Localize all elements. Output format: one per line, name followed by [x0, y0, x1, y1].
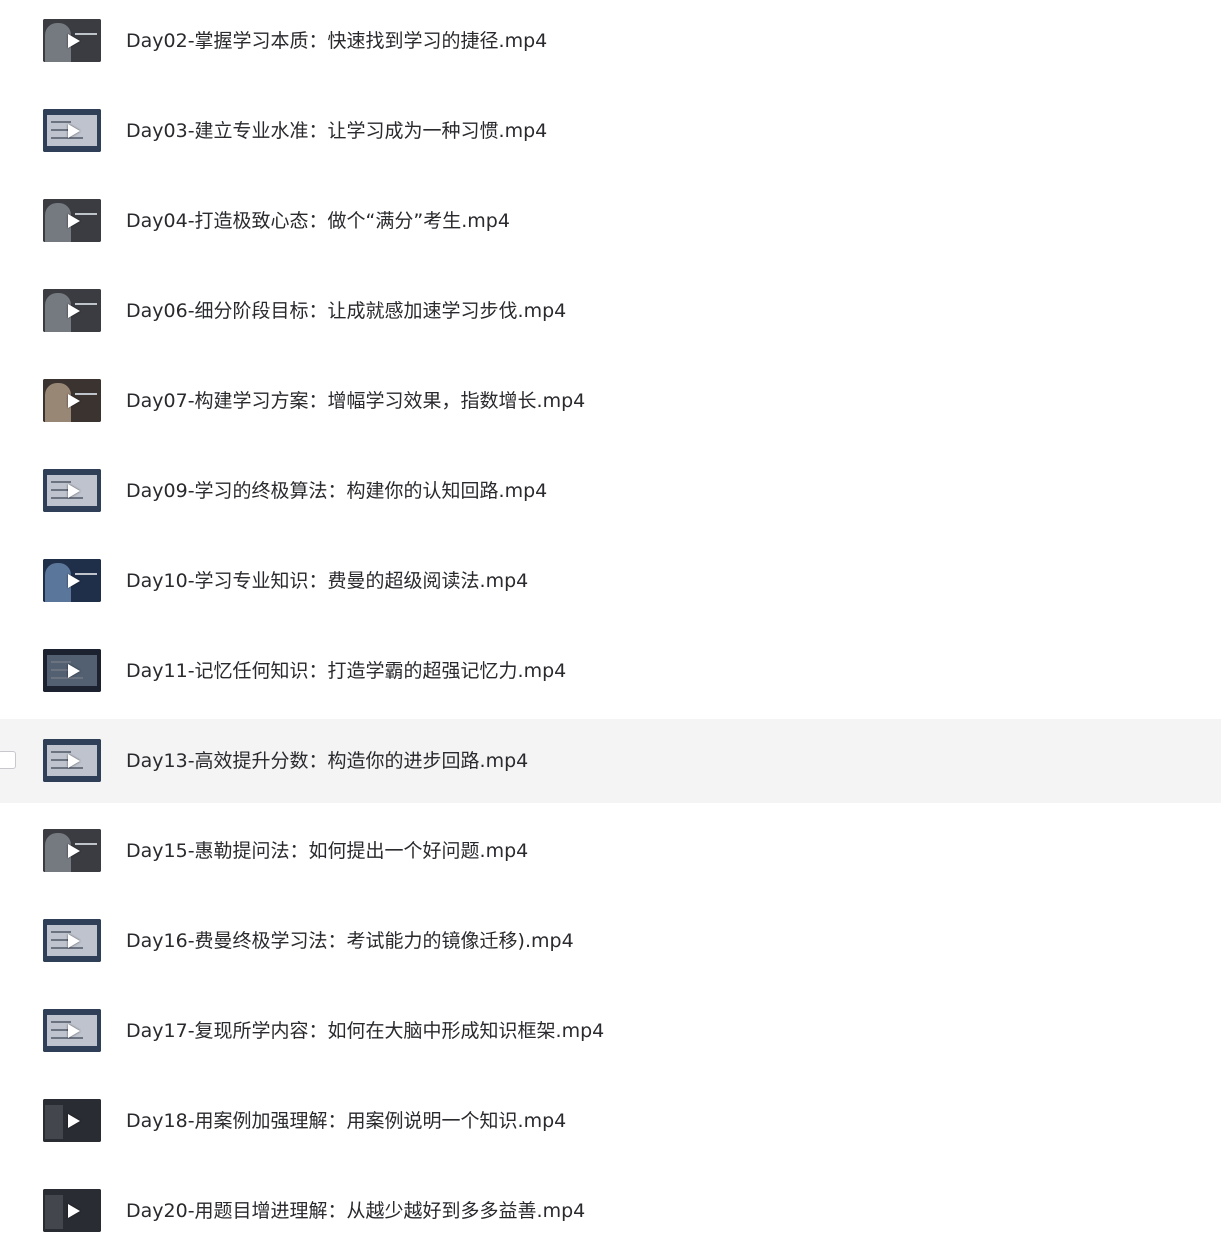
file-row[interactable]: Day18-用案例加强理解：用案例说明一个知识.mp4	[0, 1079, 1221, 1163]
file-name[interactable]: Day10-学习专业知识：费曼的超级阅读法.mp4	[126, 568, 528, 594]
video-thumbnail[interactable]	[43, 199, 101, 242]
play-icon	[68, 573, 80, 588]
video-thumbnail[interactable]	[43, 739, 101, 782]
play-icon	[68, 933, 80, 948]
row-checkbox[interactable]	[0, 751, 16, 769]
play-icon	[68, 1023, 80, 1038]
file-list: Day02-掌握学习本质：快速找到学习的捷径.mp4 Day03-建立专业水准：让…	[0, 0, 1221, 1239]
file-row[interactable]: Day10-学习专业知识：费曼的超级阅读法.mp4	[0, 539, 1221, 623]
file-name[interactable]: Day13-高效提升分数：构造你的进步回路.mp4	[126, 748, 528, 774]
play-icon	[68, 663, 80, 678]
file-name[interactable]: Day04-打造极致心态：做个“满分”考生.mp4	[126, 208, 510, 234]
file-row[interactable]: Day03-建立专业水准：让学习成为一种习惯.mp4	[0, 89, 1221, 173]
file-name[interactable]: Day06-细分阶段目标：让成就感加速学习步伐.mp4	[126, 298, 566, 324]
play-icon	[68, 1203, 80, 1218]
file-row[interactable]: Day09-学习的终极算法：构建你的认知回路.mp4	[0, 449, 1221, 533]
file-row[interactable]: Day16-费曼终极学习法：考试能力的镜像迁移).mp4	[0, 899, 1221, 983]
video-thumbnail[interactable]	[43, 1009, 101, 1052]
video-thumbnail[interactable]	[43, 649, 101, 692]
file-row[interactable]: Day04-打造极致心态：做个“满分”考生.mp4	[0, 179, 1221, 263]
file-name[interactable]: Day15-惠勒提问法：如何提出一个好问题.mp4	[126, 838, 528, 864]
video-thumbnail[interactable]	[43, 109, 101, 152]
play-icon	[68, 33, 80, 48]
video-thumbnail[interactable]	[43, 1099, 101, 1142]
file-row[interactable]: Day07-构建学习方案：增幅学习效果，指数增长.mp4	[0, 359, 1221, 443]
play-icon	[68, 303, 80, 318]
file-name[interactable]: Day17-复现所学内容：如何在大脑中形成知识框架.mp4	[126, 1018, 604, 1044]
video-thumbnail[interactable]	[43, 469, 101, 512]
file-row[interactable]: Day11-记忆任何知识：打造学霸的超强记忆力.mp4	[0, 629, 1221, 713]
video-thumbnail[interactable]	[43, 919, 101, 962]
play-icon	[68, 843, 80, 858]
video-thumbnail[interactable]	[43, 559, 101, 602]
video-thumbnail[interactable]	[43, 1189, 101, 1232]
file-name[interactable]: Day16-费曼终极学习法：考试能力的镜像迁移).mp4	[126, 928, 574, 954]
file-name[interactable]: Day11-记忆任何知识：打造学霸的超强记忆力.mp4	[126, 658, 566, 684]
video-thumbnail[interactable]	[43, 289, 101, 332]
play-icon	[68, 483, 80, 498]
file-name[interactable]: Day09-学习的终极算法：构建你的认知回路.mp4	[126, 478, 547, 504]
play-icon	[68, 123, 80, 138]
play-icon	[68, 213, 80, 228]
file-row[interactable]: Day06-细分阶段目标：让成就感加速学习步伐.mp4	[0, 269, 1221, 353]
file-name[interactable]: Day02-掌握学习本质：快速找到学习的捷径.mp4	[126, 28, 547, 54]
video-thumbnail[interactable]	[43, 829, 101, 872]
video-thumbnail[interactable]	[43, 19, 101, 62]
file-name[interactable]: Day03-建立专业水准：让学习成为一种习惯.mp4	[126, 118, 547, 144]
play-icon	[68, 1113, 80, 1128]
file-name[interactable]: Day20-用题目增进理解：从越少越好到多多益善.mp4	[126, 1198, 585, 1224]
file-name[interactable]: Day07-构建学习方案：增幅学习效果，指数增长.mp4	[126, 388, 585, 414]
file-row[interactable]: Day17-复现所学内容：如何在大脑中形成知识框架.mp4	[0, 989, 1221, 1073]
file-row[interactable]: Day02-掌握学习本质：快速找到学习的捷径.mp4	[0, 0, 1221, 83]
play-icon	[68, 753, 80, 768]
file-row[interactable]: Day15-惠勒提问法：如何提出一个好问题.mp4	[0, 809, 1221, 893]
file-name[interactable]: Day18-用案例加强理解：用案例说明一个知识.mp4	[126, 1108, 566, 1134]
file-row[interactable]: Day13-高效提升分数：构造你的进步回路.mp4	[0, 719, 1221, 803]
play-icon	[68, 393, 80, 408]
file-row[interactable]: Day20-用题目增进理解：从越少越好到多多益善.mp4	[0, 1169, 1221, 1239]
video-thumbnail[interactable]	[43, 379, 101, 422]
